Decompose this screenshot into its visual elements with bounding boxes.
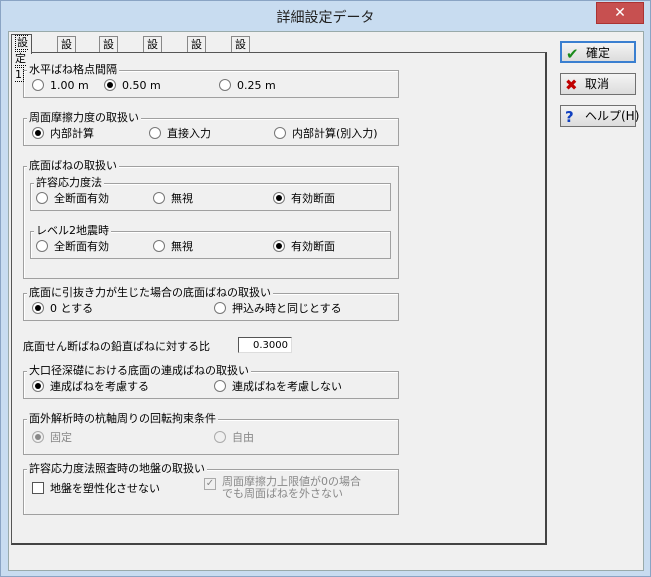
radio-selected-icon [32,127,44,139]
radio-grid-3[interactable]: 0.25 m [219,79,276,93]
shear-ratio-input[interactable]: 0.3000 [238,337,292,353]
radio-pullout-2[interactable]: 押込み時と同じとする [214,302,342,316]
radio-allowable-1[interactable]: 全断面有効 [36,192,109,206]
shear-ratio-label: 底面せん断ばねの鉛直ばねに対する比 [23,340,210,353]
radio-icon [32,79,44,91]
radio-selected-icon [104,79,116,91]
group-level2: レベル2地震時 全断面有効 無視 有効断面 [30,224,391,259]
tab-settings-4[interactable]: 設定4 [143,36,162,83]
tab-settings-3[interactable]: 設定3 [99,36,118,83]
radio-icon [36,192,48,204]
radio-selected-icon [32,380,44,392]
radio-icon [149,127,161,139]
radio-level2-1[interactable]: 全断面有効 [36,240,109,254]
group-title: 底面に引抜き力が生じた場合の底面ばねの取扱い [27,286,273,300]
group-title: 面外解析時の杭軸周りの回転拘束条件 [27,412,218,426]
checkbox-keep-side-spring[interactable]: ✓ 周面摩擦力上限値が0の場合 でも周面ばねを外さない [204,476,361,501]
tab-settings-2[interactable]: 設定2 [57,36,76,83]
dialog-client: 設定1 設定2 設定3 設定4 設定5 設定6 水平ばね格点間隔 1.00 m … [8,31,644,571]
group-allowable-stress: 許容応力度法 全断面有効 無視 有効断面 [30,176,391,211]
close-button[interactable]: ✕ [596,2,644,24]
check-icon: ✔ [566,45,579,63]
radio-icon [214,431,226,443]
radio-selected-icon [32,302,44,314]
radio-icon [274,127,286,139]
radio-friction-1[interactable]: 内部計算 [32,127,94,141]
x-icon: ✖ [565,76,578,94]
radio-level2-2[interactable]: 無視 [153,240,193,254]
radio-icon [214,380,226,392]
window-title: 詳細設定データ [276,10,375,26]
tab-settings-5[interactable]: 設定5 [187,36,206,83]
group-grid-spacing: 水平ばね格点間隔 1.00 m 0.50 m 0.25 m [23,63,399,98]
status-bar [9,556,643,570]
radio-grid-2[interactable]: 0.50 m [104,79,161,93]
title-bar: 詳細設定データ ✕ [1,1,650,31]
group-title: 底面ばねの取扱い [27,159,119,173]
radio-pullout-1[interactable]: 0 とする [32,302,93,316]
radio-selected-icon [273,240,285,252]
cancel-button[interactable]: ✖ 取消 [560,73,636,95]
group-rotation: 面外解析時の杭軸周りの回転拘束条件 固定 自由 [23,412,399,455]
group-base-spring: 底面ばねの取扱い 許容応力度法 全断面有効 無視 有効断面 レベル2地震時 全断… [23,159,399,279]
radio-icon [36,240,48,252]
group-title: 水平ばね格点間隔 [27,63,119,77]
radio-icon [153,192,165,204]
radio-friction-2[interactable]: 直接入力 [149,127,211,141]
radio-icon [219,79,231,91]
question-icon: ? [565,108,574,126]
checkbox-no-plastic[interactable]: 地盤を塑性化させない [32,482,160,496]
radio-level2-3[interactable]: 有効断面 [273,240,335,254]
radio-coupled-2[interactable]: 連成ばねを考慮しない [214,380,342,394]
radio-selected-icon [32,431,44,443]
tab-settings-6[interactable]: 設定6 [231,36,250,83]
radio-icon [153,240,165,252]
tab-settings-1[interactable]: 設定1 [11,34,32,82]
radio-rotation-2[interactable]: 自由 [214,431,254,445]
radio-allowable-2[interactable]: 無視 [153,192,193,206]
radio-rotation-1[interactable]: 固定 [32,431,72,445]
radio-coupled-1[interactable]: 連成ばねを考慮する [32,380,149,394]
group-title: レベル2地震時 [34,224,111,238]
help-button[interactable]: ? ヘルプ(H) [560,105,639,127]
group-title: 大口径深礎における底面の連成ばねの取扱い [27,364,251,378]
group-title: 許容応力度法照査時の地盤の取扱い [27,462,207,476]
radio-friction-3[interactable]: 内部計算(別入力) [274,127,378,141]
checkmark-icon: ✓ [204,478,216,490]
radio-grid-1[interactable]: 1.00 m [32,79,89,93]
dialog-window: 詳細設定データ ✕ 設定1 設定2 設定3 設定4 設定5 設定6 水平ばね格点… [0,0,651,577]
radio-selected-icon [273,192,285,204]
group-title: 周面摩擦力度の取扱い [27,111,141,125]
radio-icon [214,302,226,314]
group-title: 許容応力度法 [34,176,104,190]
group-soil: 許容応力度法照査時の地盤の取扱い 地盤を塑性化させない ✓ 周面摩擦力上限値が0の… [23,462,399,515]
group-pullout: 底面に引抜き力が生じた場合の底面ばねの取扱い 0 とする 押込み時と同じとする [23,286,399,321]
group-friction: 周面摩擦力度の取扱い 内部計算 直接入力 内部計算(別入力) [23,111,399,146]
radio-allowable-3[interactable]: 有効断面 [273,192,335,206]
group-coupled-spring: 大口径深礎における底面の連成ばねの取扱い 連成ばねを考慮する 連成ばねを考慮しな… [23,364,399,399]
tab-page-settings-1: 水平ばね格点間隔 1.00 m 0.50 m 0.25 m 周面摩擦力度の取扱い… [11,52,547,545]
confirm-button[interactable]: ✔ 確定 [560,41,636,63]
checkbox-icon [32,482,44,494]
